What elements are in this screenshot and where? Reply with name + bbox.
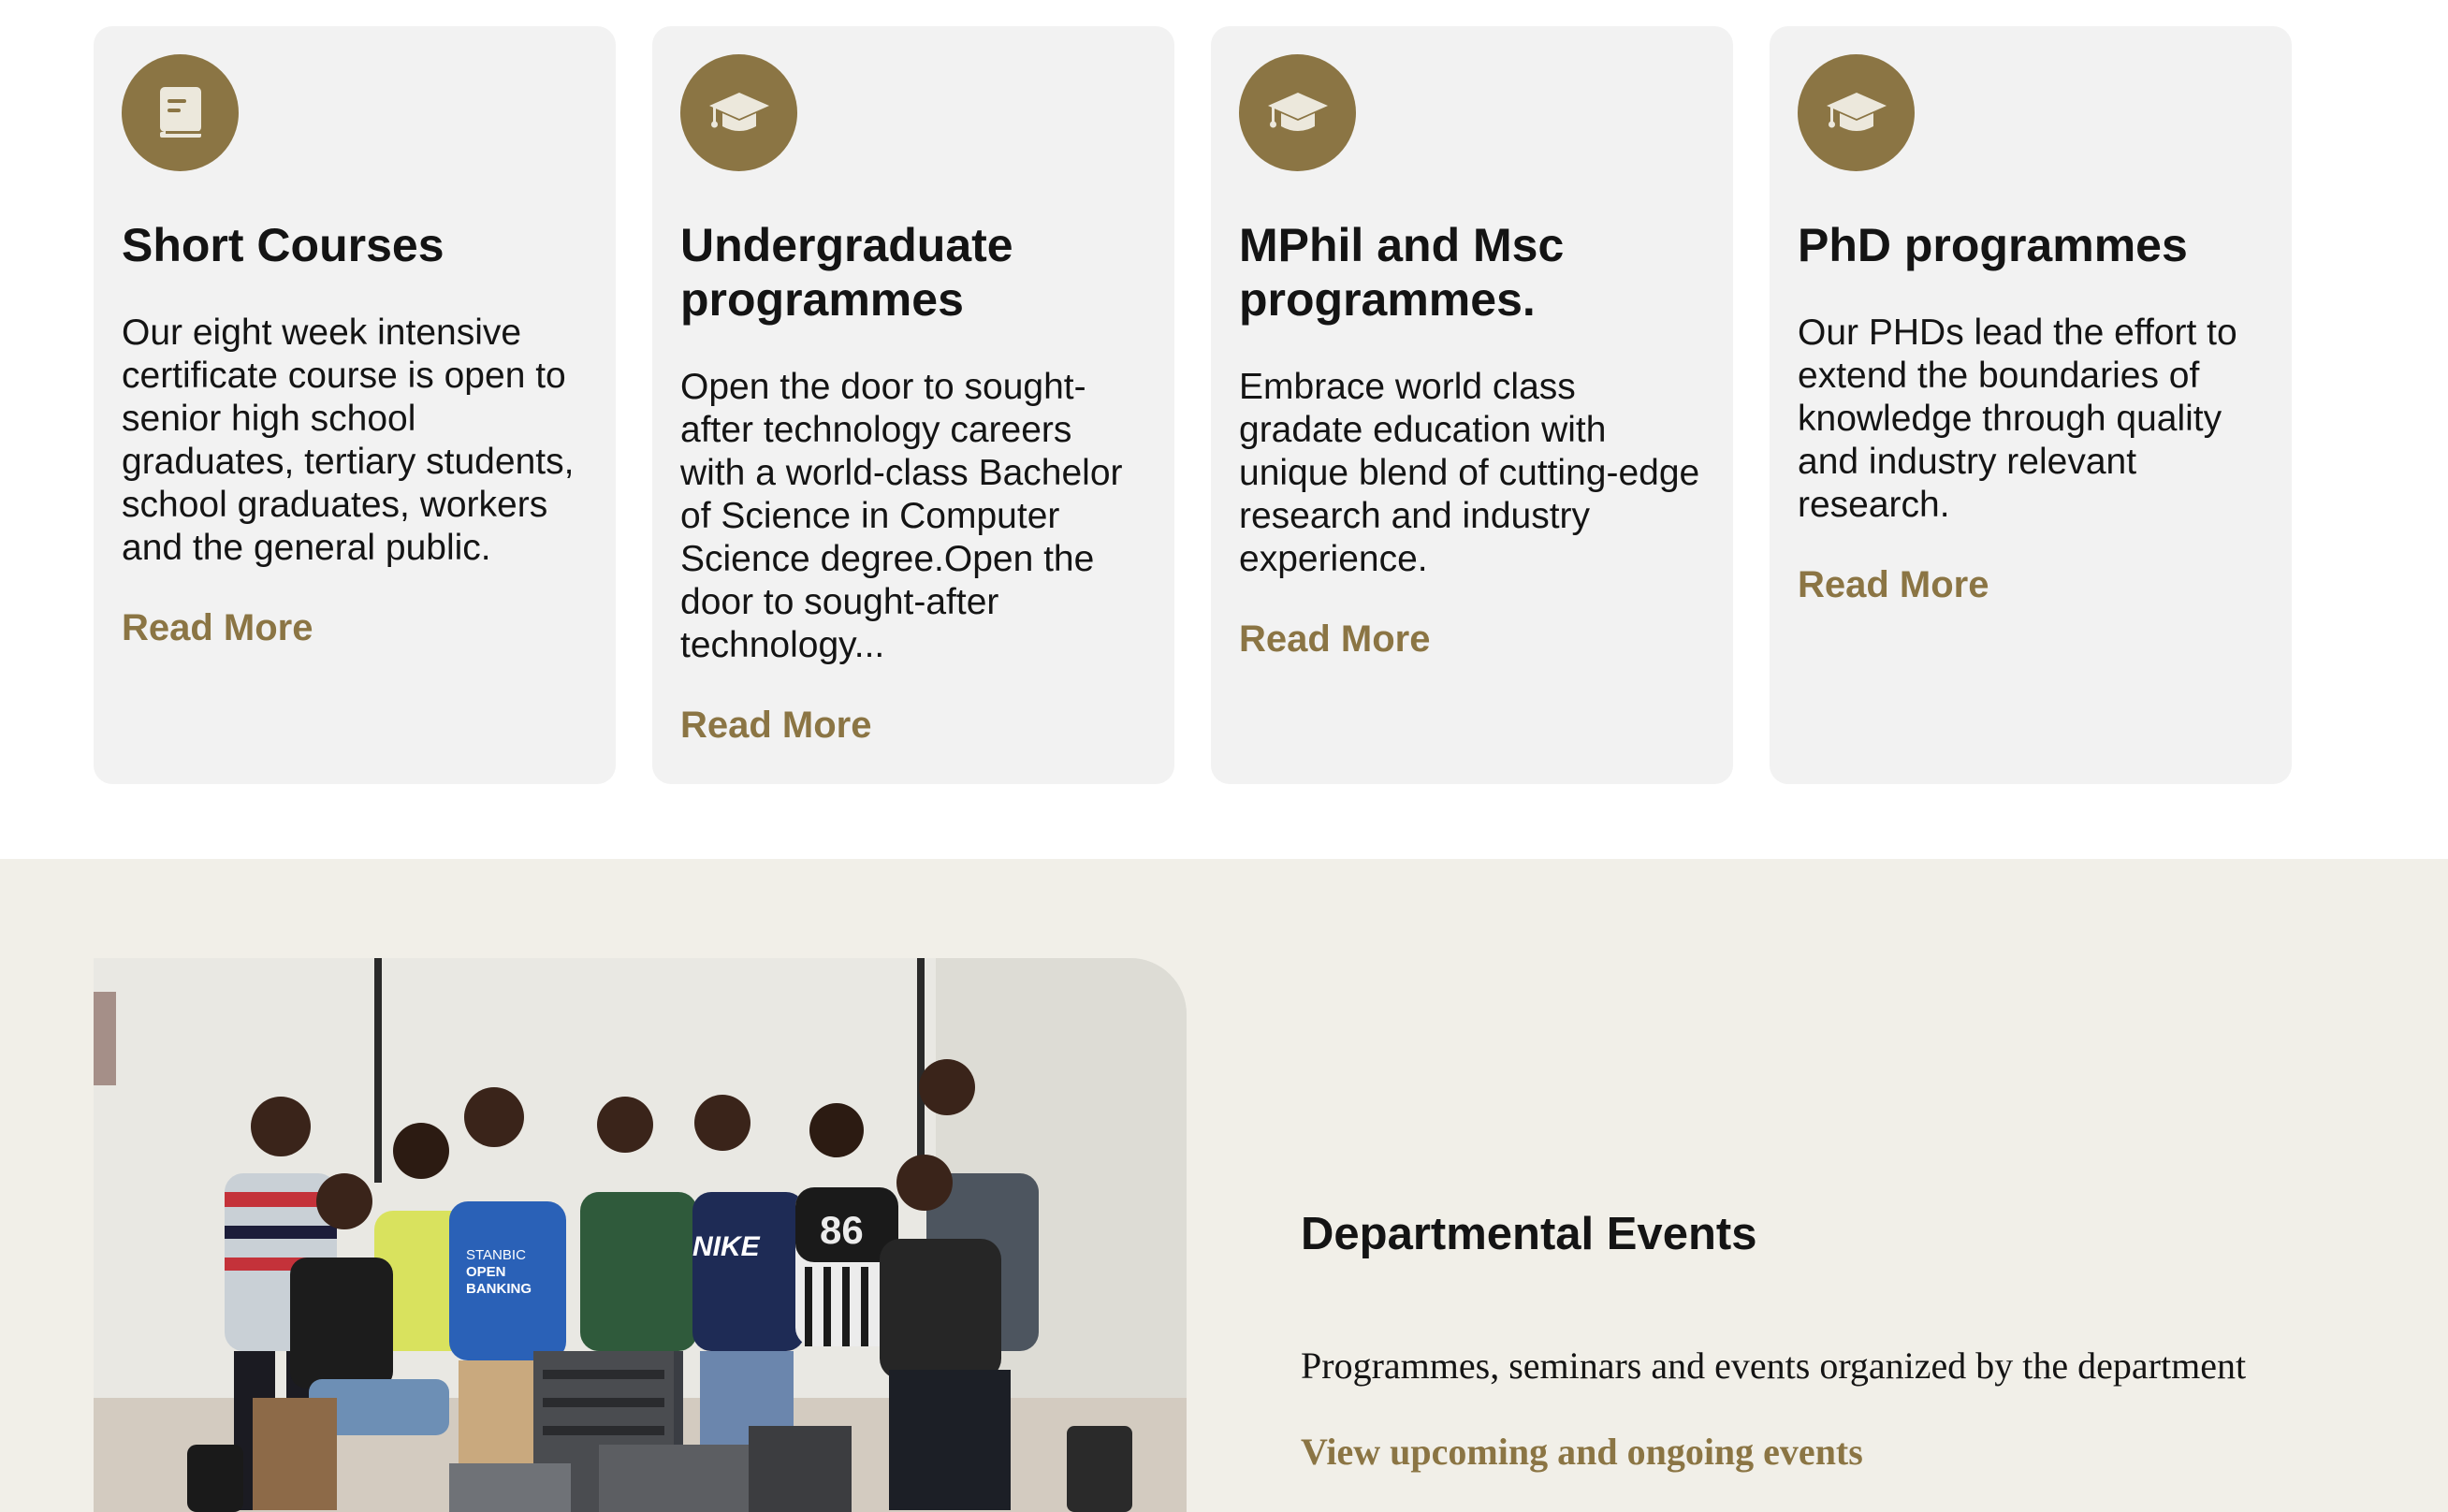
card-title: PhD programmes bbox=[1798, 219, 2188, 271]
programmes-section: Short Courses Our eight week intensive c… bbox=[0, 0, 2448, 859]
read-more-link[interactable]: Read More bbox=[680, 703, 872, 748]
graduation-cap-icon bbox=[680, 54, 797, 171]
book-icon bbox=[122, 54, 239, 171]
card-title: MPhil and Msc programmes. bbox=[1239, 219, 1565, 326]
brand-text: NIKE bbox=[692, 1231, 761, 1262]
read-more-link[interactable]: Read More bbox=[122, 605, 313, 650]
graduation-cap-icon bbox=[1239, 54, 1356, 171]
card-description: Open the door to sought-after technology… bbox=[680, 367, 1123, 665]
departmental-events-section: STANBIC OPEN BANKING NIKE 86 Departmenta… bbox=[0, 859, 2448, 1512]
events-description: Programmes, seminars and events organize… bbox=[1301, 1345, 2247, 1387]
programme-card-short-courses: Short Courses Our eight week intensive c… bbox=[94, 26, 616, 784]
card-title: Undergraduate programmes bbox=[680, 219, 1013, 326]
shirt-text-2: OPEN bbox=[466, 1264, 506, 1280]
card-description: Embrace world class gradate education wi… bbox=[1239, 367, 1700, 579]
group-photo: STANBIC OPEN BANKING NIKE 86 bbox=[94, 958, 1187, 1512]
shirt-text-1: STANBIC bbox=[466, 1247, 526, 1263]
read-more-link[interactable]: Read More bbox=[1239, 617, 1431, 662]
programme-card-undergraduate: Undergraduate programmes Open the door t… bbox=[652, 26, 1174, 784]
card-title: Short Courses bbox=[122, 219, 444, 271]
card-description: Our eight week intensive certificate cou… bbox=[122, 313, 575, 568]
graduation-cap-icon bbox=[1798, 54, 1915, 171]
jersey-number: 86 bbox=[820, 1208, 864, 1252]
programme-card-phd: PhD programmes Our PHDs lead the effort … bbox=[1770, 26, 2292, 784]
card-description: Our PHDs lead the effort to extend the b… bbox=[1798, 313, 2237, 525]
read-more-link[interactable]: Read More bbox=[1798, 562, 1989, 607]
events-title: Departmental Events bbox=[1301, 1209, 1757, 1259]
shirt-text-3: BANKING bbox=[466, 1281, 532, 1297]
view-events-link[interactable]: View upcoming and ongoing events bbox=[1301, 1430, 1863, 1475]
programme-card-mphil-msc: MPhil and Msc programmes. Embrace world … bbox=[1211, 26, 1733, 784]
